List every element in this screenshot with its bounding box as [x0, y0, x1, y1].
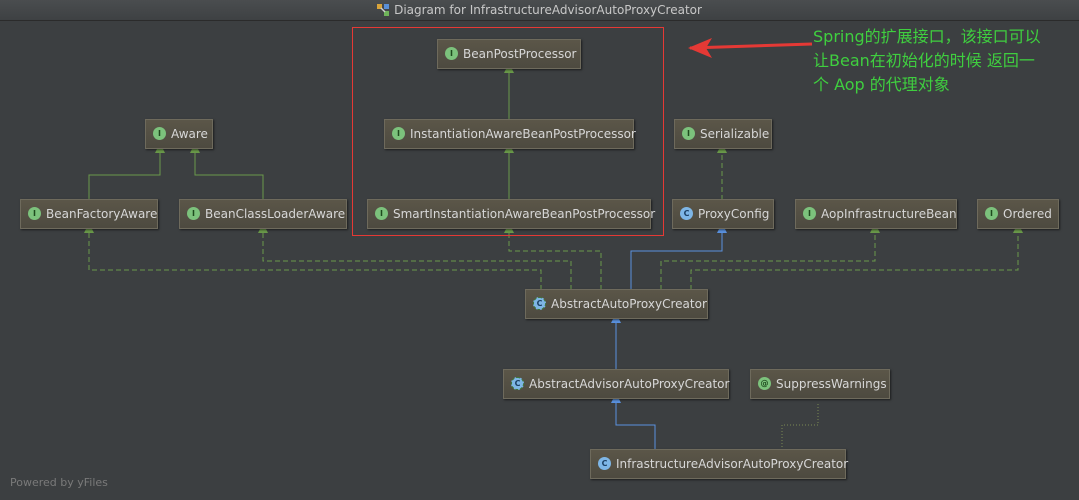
- node-label: AbstractAdvisorAutoProxyCreator: [529, 377, 730, 391]
- edge-iaapc-to-suppresswarnings: [781, 402, 819, 450]
- node-proxy-config[interactable]: C ProxyConfig: [672, 199, 774, 229]
- edge-aapc-to-aopinfrastructurebean: [660, 223, 880, 290]
- edge-beanfactoryaware-to-aware: [88, 143, 165, 200]
- edge-aapc-to-beanclassloaderaware: [258, 223, 572, 290]
- window-title: Diagram for InfrastructureAdvisorAutoPro…: [394, 3, 702, 17]
- annotation-icon: @: [758, 377, 771, 390]
- node-label: AbstractAutoProxyCreator: [551, 297, 707, 311]
- node-serializable[interactable]: I Serializable: [674, 119, 772, 149]
- interface-icon: I: [187, 207, 200, 220]
- node-label: ProxyConfig: [698, 207, 770, 221]
- annotation-note: Spring的扩展接口，该接口可以 让Bean在初始化的时候 返回一 个 Aop…: [813, 25, 1079, 97]
- node-bean-class-loader-aware[interactable]: I BeanClassLoaderAware: [179, 199, 347, 229]
- node-smart-instantiation-aware-bean-post-processor[interactable]: I SmartInstantiationAwareBeanPostProcess…: [367, 199, 655, 229]
- diagram-icon: [377, 2, 390, 16]
- interface-icon: I: [445, 47, 458, 60]
- interface-icon: I: [153, 127, 166, 140]
- red-pointer-arrow: [688, 38, 813, 58]
- node-abstract-auto-proxy-creator[interactable]: C AbstractAutoProxyCreator: [525, 289, 708, 319]
- node-label: AopInfrastructureBean: [821, 207, 957, 221]
- node-label: BeanFactoryAware: [46, 207, 158, 221]
- abstract-class-icon: C: [511, 377, 524, 390]
- interface-icon: I: [375, 207, 388, 220]
- node-label: SuppressWarnings: [776, 377, 887, 391]
- annotation-line: Spring的扩展接口，该接口可以: [813, 27, 1041, 46]
- node-label: BeanClassLoaderAware: [205, 207, 346, 221]
- edge-iaapc-to-aaapc: [611, 393, 656, 450]
- node-suppress-warnings[interactable]: @ SuppressWarnings: [750, 369, 890, 399]
- node-abstract-advisor-auto-proxy-creator[interactable]: C AbstractAdvisorAutoProxyCreator: [503, 369, 729, 399]
- annotation-line: 让Bean在初始化的时候 返回一: [813, 51, 1035, 70]
- interface-icon: I: [28, 207, 41, 220]
- node-bean-post-processor[interactable]: I BeanPostProcessor: [437, 39, 581, 69]
- edge-beanclassloaderaware-to-aware: [190, 143, 264, 200]
- interface-icon: I: [985, 207, 998, 220]
- annotation-line: 个 Aop 的代理对象: [813, 75, 950, 94]
- node-label: Aware: [171, 127, 208, 141]
- node-aware[interactable]: I Aware: [145, 119, 213, 149]
- node-ordered[interactable]: I Ordered: [977, 199, 1059, 229]
- node-label: SmartInstantiationAwareBeanPostProcessor: [393, 207, 656, 221]
- class-icon: C: [598, 457, 611, 470]
- node-label: Serializable: [700, 127, 770, 141]
- class-icon: C: [680, 207, 693, 220]
- node-bean-factory-aware[interactable]: I BeanFactoryAware: [20, 199, 158, 229]
- abstract-class-icon: C: [533, 297, 546, 310]
- node-label: InfrastructureAdvisorAutoProxyCreator: [616, 457, 849, 471]
- node-label: BeanPostProcessor: [463, 47, 577, 61]
- node-aop-infrastructure-bean[interactable]: I AopInfrastructureBean: [795, 199, 957, 229]
- node-label: Ordered: [1003, 207, 1052, 221]
- interface-icon: I: [682, 127, 695, 140]
- title-bar: Diagram for InfrastructureAdvisorAutoPro…: [0, 0, 1079, 21]
- node-infrastructure-advisor-auto-proxy-creator[interactable]: C InfrastructureAdvisorAutoProxyCreator: [590, 449, 849, 479]
- node-instantiation-aware-bean-post-processor[interactable]: I InstantiationAwareBeanPostProcessor: [384, 119, 636, 149]
- node-label: InstantiationAwareBeanPostProcessor: [410, 127, 636, 141]
- diagram-canvas[interactable]: I BeanPostProcessor I InstantiationAware…: [0, 21, 1079, 500]
- interface-icon: I: [392, 127, 405, 140]
- powered-by-footer: Powered by yFiles: [10, 476, 108, 489]
- interface-icon: I: [803, 207, 816, 220]
- diagram-window: Diagram for InfrastructureAdvisorAutoPro…: [0, 0, 1079, 500]
